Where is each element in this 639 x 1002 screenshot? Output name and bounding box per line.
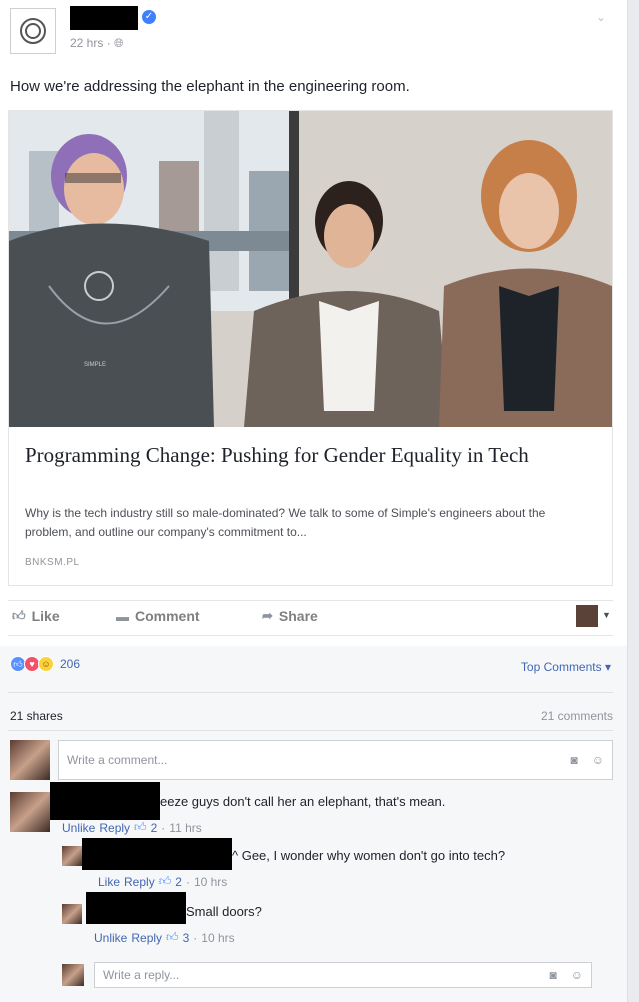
haha-reaction-icon: ☺: [38, 656, 54, 672]
page-avatar[interactable]: [10, 8, 56, 54]
replier-avatar[interactable]: [62, 846, 82, 866]
page-logo-icon: [20, 18, 46, 44]
reactions-summary[interactable]: 👍︎ ♥ ☺ 206: [10, 656, 80, 672]
reply-text: Small doors?: [186, 904, 262, 919]
comment-label: Comment: [135, 608, 200, 624]
replier-avatar[interactable]: [62, 904, 82, 924]
reply-placeholder: Write a reply...: [103, 968, 180, 982]
post-card: ✓ 22 hrs · 🌐︎ ⌄ How we're addressing the…: [0, 0, 628, 1002]
comment-text: eeze guys don't call her an elephant, th…: [160, 794, 446, 809]
comment-placeholder: Write a comment...: [67, 753, 168, 767]
link-preview[interactable]: SIMPLE Programming Change: Pushing for G…: [8, 110, 613, 586]
viewer-avatar[interactable]: [576, 605, 598, 627]
reply-meta: Unlike Reply 👍︎ 3 · 10 hrs: [94, 930, 235, 945]
verified-badge-icon: ✓: [142, 10, 156, 24]
reply-input[interactable]: Write a reply... ◙ ☺: [94, 962, 592, 988]
reply-like-count[interactable]: 2: [175, 875, 182, 889]
link-domain: BNKSM.PL: [25, 557, 80, 568]
commenter-avatar[interactable]: [10, 792, 50, 832]
top-comments-label: Top Comments: [520, 660, 602, 674]
share-button[interactable]: ➦ Share: [262, 608, 318, 624]
redacted-replier-name: [86, 892, 186, 924]
comments-count[interactable]: 21 comments: [541, 709, 613, 723]
comment-button[interactable]: ▬ Comment: [116, 608, 200, 624]
comment-time[interactable]: 11 hrs: [169, 821, 201, 835]
divider: [8, 730, 613, 731]
shares-count[interactable]: 21 shares: [10, 709, 63, 723]
post-text: How we're addressing the elephant in the…: [10, 78, 410, 95]
action-bar: 👍︎ Like ▬ Comment ➦ Share ▼: [8, 600, 613, 636]
redacted-page-name: [70, 6, 138, 30]
viewer-dropdown-caret-icon[interactable]: ▼: [602, 610, 611, 620]
unlike-link[interactable]: Unlike: [62, 821, 95, 835]
thumbs-up-icon: 👍︎: [12, 608, 26, 623]
camera-icon[interactable]: ◙: [549, 968, 556, 982]
link-title[interactable]: Programming Change: Pushing for Gender E…: [25, 441, 595, 469]
unlike-link[interactable]: Unlike: [94, 931, 127, 945]
thumbs-up-icon: 👍︎: [134, 820, 147, 834]
reply-link[interactable]: Reply: [131, 931, 162, 945]
comment-icon: ▬: [116, 608, 129, 624]
reply-time[interactable]: 10 hrs: [201, 931, 234, 945]
emoji-icon[interactable]: ☺: [571, 968, 583, 982]
divider: [8, 692, 613, 693]
globe-icon: 🌐︎: [114, 36, 124, 50]
like-button[interactable]: 👍︎ Like: [12, 608, 60, 624]
user-avatar[interactable]: [62, 964, 84, 986]
reaction-count[interactable]: 206: [60, 657, 80, 671]
like-label: Like: [31, 608, 60, 624]
share-arrow-icon: ➦: [262, 608, 273, 623]
link-preview-image[interactable]: SIMPLE: [9, 111, 612, 427]
post-meta: 22 hrs · 🌐︎: [70, 36, 124, 50]
thumbs-up-icon: 👍︎: [158, 874, 172, 888]
thumbs-up-icon: 👍︎: [166, 930, 179, 944]
comment-input[interactable]: Write a comment... ◙ ☺: [58, 740, 613, 780]
user-avatar[interactable]: [10, 740, 50, 780]
share-label: Share: [278, 608, 318, 624]
reply-time[interactable]: 10 hrs: [194, 875, 227, 889]
reply-like-count[interactable]: 3: [183, 931, 190, 945]
top-comments-selector[interactable]: Top Comments ▾: [521, 660, 611, 674]
post-options-chevron-icon[interactable]: ⌄: [596, 10, 606, 24]
like-link[interactable]: Like: [98, 875, 120, 889]
caret-down-icon: ▾: [604, 660, 611, 674]
comment-like-count[interactable]: 2: [151, 821, 158, 835]
emoji-icon[interactable]: ☺: [592, 753, 604, 767]
redacted-commenter-name: [50, 782, 160, 820]
reply-meta: Like Reply 👍︎ 2 · 10 hrs: [98, 874, 228, 889]
redacted-replier-name: [82, 838, 232, 870]
link-description: Why is the tech industry still so male-d…: [25, 506, 546, 539]
camera-icon[interactable]: ◙: [570, 753, 577, 767]
comment-meta: Unlike Reply 👍︎ 2 · 11 hrs: [62, 820, 202, 835]
reply-link[interactable]: Reply: [124, 875, 155, 889]
post-timestamp[interactable]: 22 hrs: [70, 36, 103, 50]
reply-link[interactable]: Reply: [99, 821, 130, 835]
social-section: 👍︎ ♥ ☺ 206 Top Comments ▾ 21 shares 21 c…: [0, 646, 627, 1002]
shirt-text: SIMPLE: [84, 362, 106, 368]
reply-text: ^ Gee, I wonder why women don't go into …: [232, 848, 506, 863]
